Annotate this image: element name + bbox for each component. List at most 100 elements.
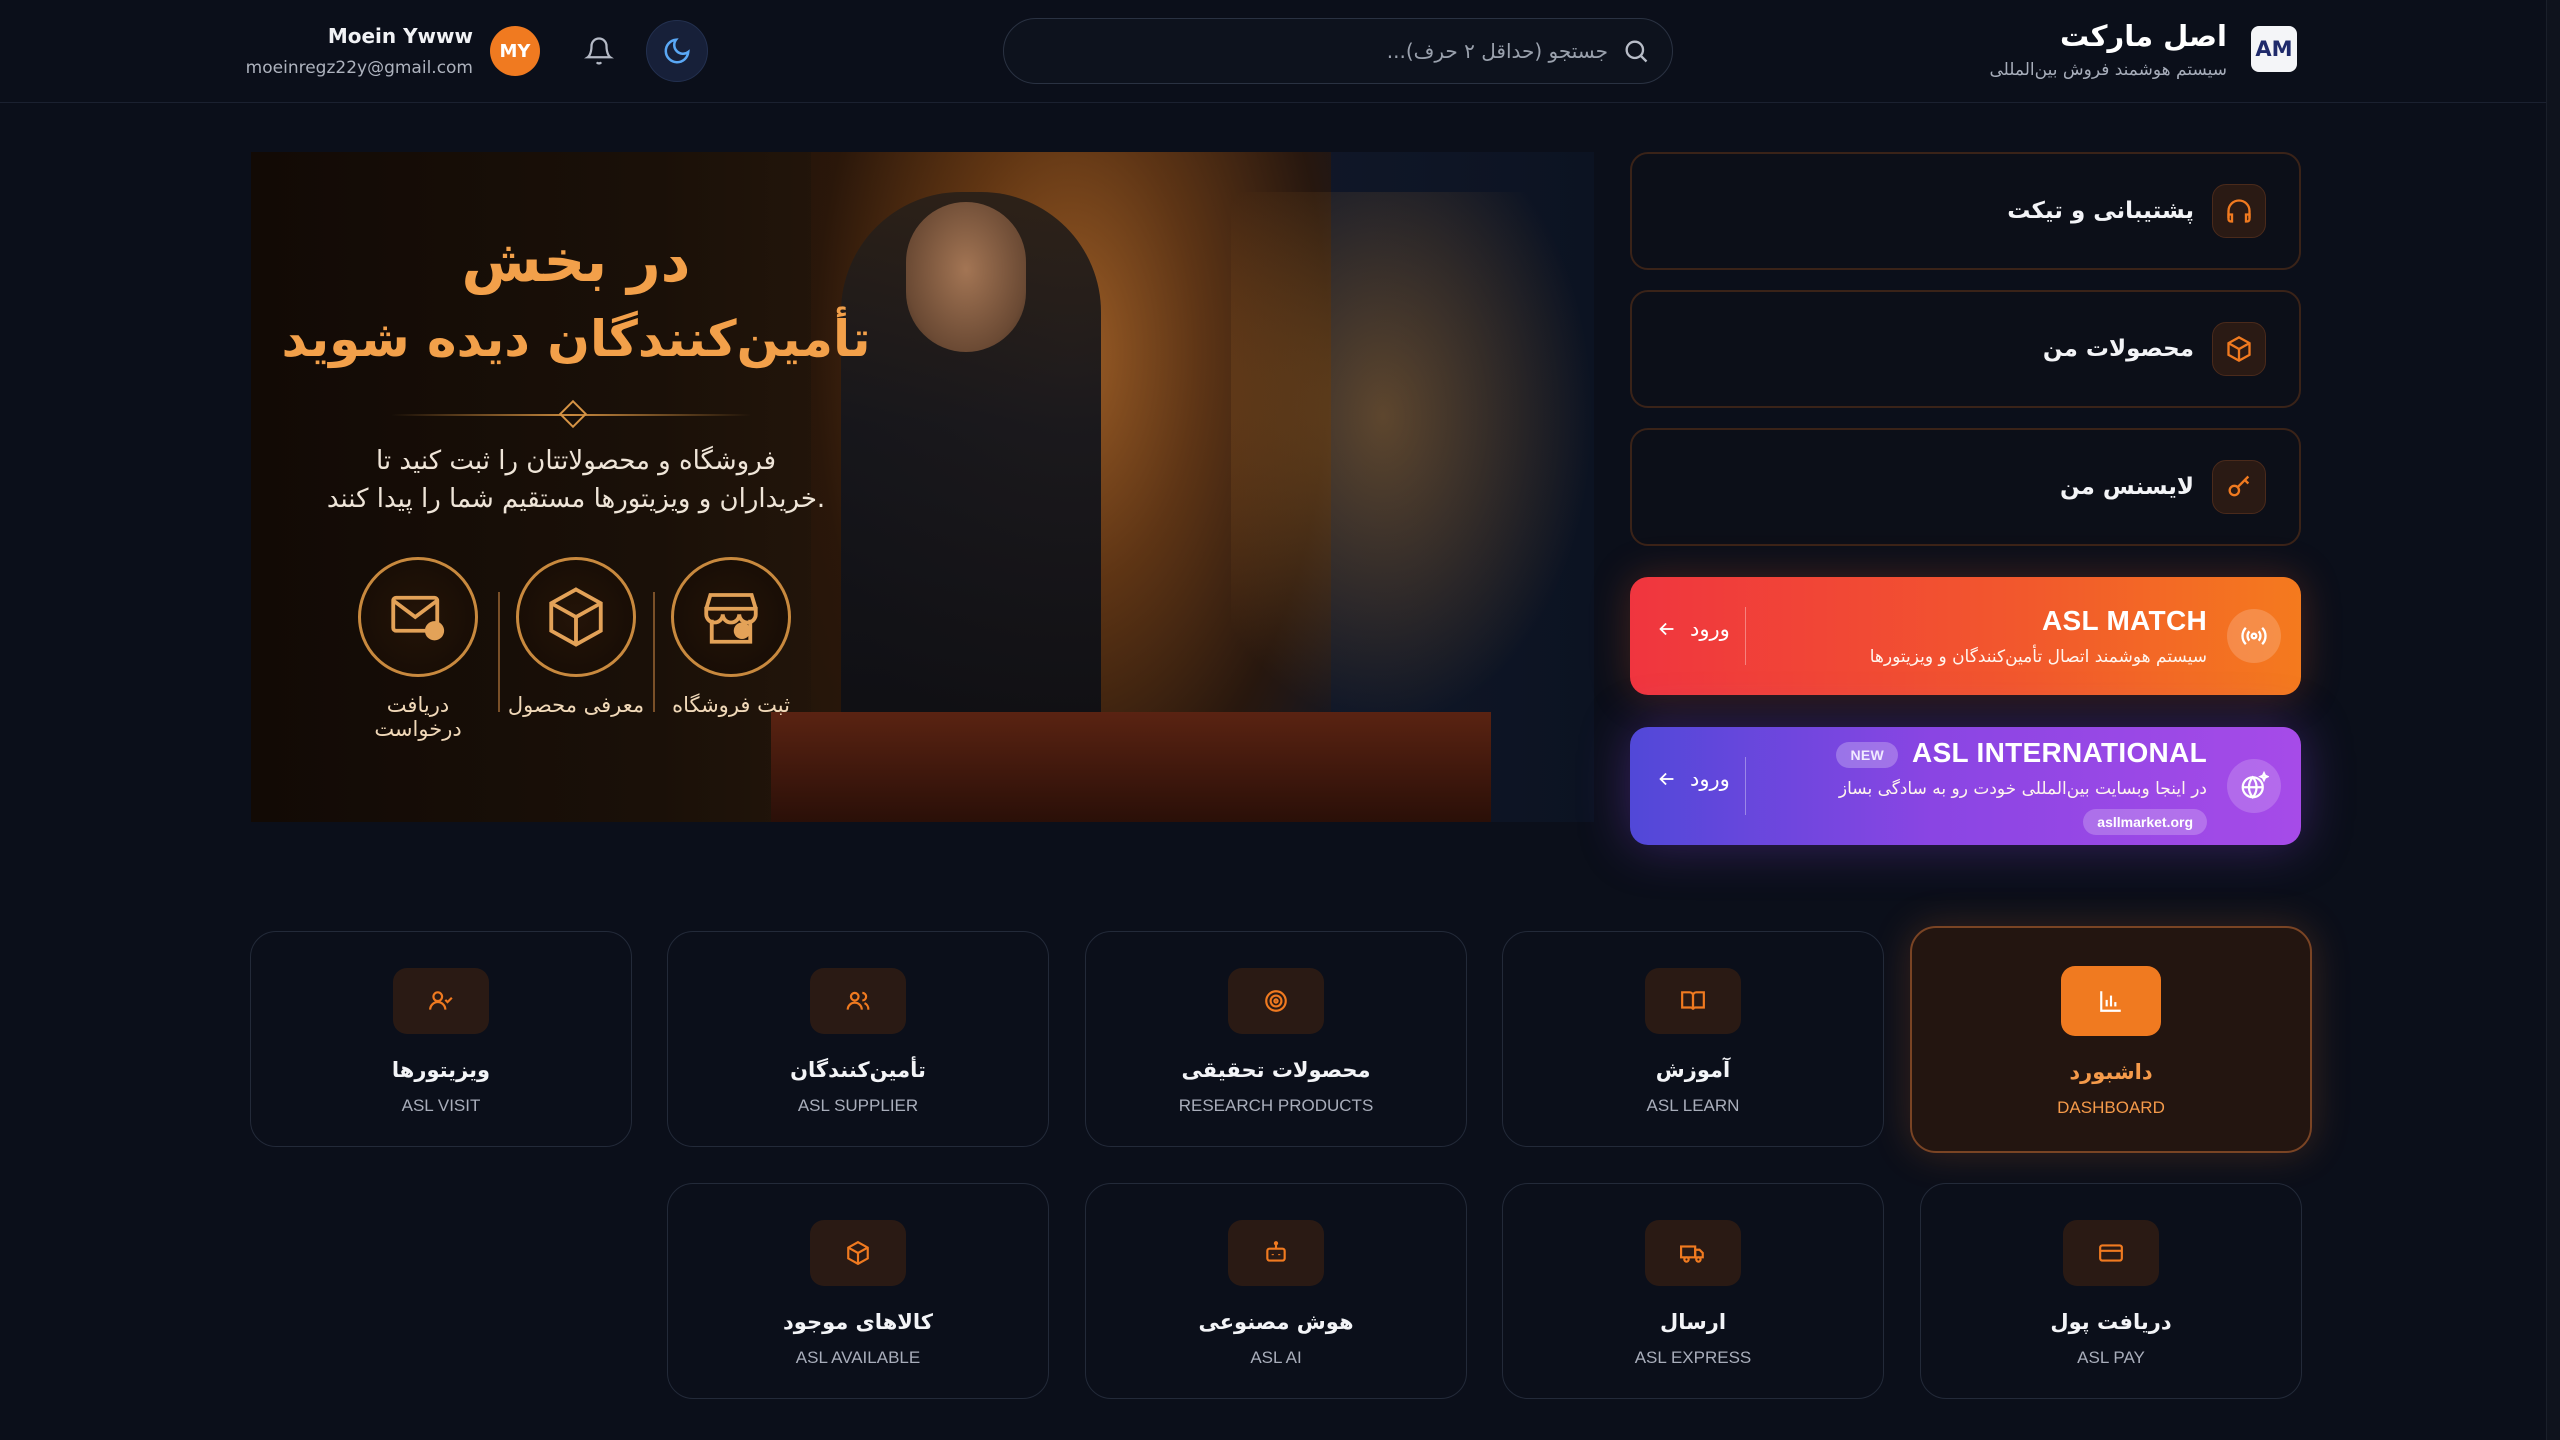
banner-title-line2: تأمین‌کنندگان دیده شوید [281,310,871,368]
tile-title: داشبورد [2069,1060,2153,1084]
box-icon [549,587,603,647]
menu-support-ticket[interactable]: پشتیبانی و تیکت [1630,152,2301,270]
asl-match-enter-button[interactable]: ورود [1656,617,1730,641]
url-badge[interactable]: asllmarket.org [2083,809,2207,835]
tile-subtitle: RESEARCH PRODUCTS [1178,1096,1374,1115]
tile-dashboard[interactable]: داشبورد DASHBOARD [1910,926,2312,1153]
tile-title: محصولات تحقیقی [1181,1058,1371,1082]
tile-title: کالاهای موجود [783,1310,933,1334]
feature-separator [498,592,500,712]
banner-diamond-ornament [558,399,588,429]
banner-title-line1: در بخش [461,227,691,295]
tile-title: آموزش [1655,1058,1731,1082]
package-icon [2227,335,2251,363]
menu-label: لایسنس من [2059,474,2194,500]
brand-title: اصل مارکت [2059,19,2227,53]
bell-icon[interactable] [584,36,614,66]
tile-subtitle: ASL AVAILABLE [795,1348,921,1367]
mail-check-icon [391,595,445,641]
brand-text: اصل مارکت سیستم هوشمند فروش بین‌المللی [1990,18,2228,80]
tile-ai[interactable]: هوش مصنوعی ASL AI [1085,1183,1467,1399]
tile-subtitle: ASL SUPPLIER [797,1096,919,1115]
menu-label: محصولات من [2042,336,2194,362]
enter-label: ورود [1690,617,1730,641]
tile-title: ویزیتورها [391,1058,491,1082]
banner-table-decoration [771,712,1491,822]
menu-my-products[interactable]: محصولات من [1630,290,2301,408]
menu-my-license[interactable]: لایسنس من [1630,428,2301,546]
feature-label: ثبت فروشگاه [672,693,790,717]
brand[interactable]: AM اصل مارکت سیستم هوشمند فروش بین‌الملل… [1990,18,2297,80]
search-input[interactable] [1048,39,1608,63]
promo-divider [1745,757,1746,815]
enter-label: ورود [1690,767,1730,791]
feature-separator [653,592,655,712]
moon-icon [664,38,690,64]
brand-subtitle: سیستم هوشمند فروش بین‌المللی [1989,60,2228,80]
asl-match-card[interactable]: ASL MATCH سیستم هوشمند اتصال تأمین‌کنندگ… [1630,577,2301,695]
banner-feature-store: ثبت فروشگاه [656,557,806,717]
bot-icon [1266,1241,1286,1262]
box-icon [847,1240,869,1266]
tile-title: هوش مصنوعی [1198,1310,1354,1334]
store-icon [704,593,758,644]
banner-person-head [906,202,1026,352]
headphones-icon [2227,199,2251,223]
banner-description-line2: خریداران و ویزیتورها مستقیم شما را پیدا … [326,484,826,514]
promo-divider [1745,607,1746,665]
search-bar[interactable] [1003,18,1673,84]
tile-visit[interactable]: ویزیتورها ASL VISIT [250,931,632,1147]
credit-card-icon [2099,1244,2123,1262]
globe-sparkle-icon [2241,771,2269,799]
tile-learn[interactable]: آموزش ASL LEARN [1502,931,1884,1147]
user-email: moeinregz22y@gmail.com [245,58,473,78]
arrow-left-icon [1659,622,1674,636]
promo-banner[interactable]: در بخش تأمین‌کنندگان دیده شوید فروشگاه و… [251,152,1594,822]
tile-research-products[interactable]: محصولات تحقیقی RESEARCH PRODUCTS [1085,931,1467,1147]
radio-signal-icon [2241,627,2267,645]
scrollbar[interactable] [2546,0,2560,1440]
asl-international-card[interactable]: ASL INTERNATIONAL NEW در اینجا وبسایت بین… [1630,727,2301,845]
banner-feature-product: معرفی محصول [501,557,651,717]
asl-international-enter-button[interactable]: ورود [1656,767,1730,791]
feature-label: معرفی محصول [507,693,645,717]
user-name: Moein Ywww [327,24,473,48]
tile-subtitle: ASL VISIT [401,1096,481,1115]
users-icon [846,991,870,1010]
bar-chart-icon [2100,991,2121,1012]
asl-international-title: ASL INTERNATIONAL NEW [1836,737,2207,769]
tile-title: ارسال [1659,1310,1727,1334]
book-icon [1681,991,1705,1010]
tile-subtitle: ASL PAY [2077,1348,2145,1367]
search-icon [1625,40,1648,63]
key-icon [2228,475,2250,497]
tile-pay[interactable]: دریافت پول ASL PAY [1920,1183,2302,1399]
brand-logo: AM [2251,26,2297,72]
theme-toggle-button[interactable] [646,20,708,82]
asl-international-subtitle: در اینجا وبسایت بین‌المللی خودت رو به سا… [1838,779,2207,799]
feature-label: دریافت درخواست [374,693,462,741]
tile-supplier[interactable]: تأمین‌کنندگان ASL SUPPLIER [667,931,1049,1147]
user-check-icon [429,991,453,1010]
arrow-left-icon [1659,772,1674,786]
tile-available[interactable]: کالاهای موجود ASL AVAILABLE [667,1183,1049,1399]
avatar[interactable]: MY [490,26,540,76]
banner-feature-request: دریافت درخواست [343,557,493,741]
truck-icon [1680,1245,1704,1263]
tile-subtitle: ASL EXPRESS [1634,1348,1752,1367]
asl-match-subtitle: سیستم هوشمند اتصال تأمین‌کنندگان و ویزیت… [1869,647,2207,667]
user-info[interactable]: Moein Ywww moeinregz22y@gmail.com [246,24,473,78]
banner-description-line1: فروشگاه و محصولاتتان را ثبت کنید تا [375,446,777,476]
banner-map-glow [1231,192,1594,752]
target-icon [1265,990,1287,1012]
tile-subtitle: DASHBOARD [2057,1098,2165,1117]
asl-international-title-text: ASL INTERNATIONAL [1912,737,2207,768]
new-badge: NEW [1836,741,1899,768]
tile-title: تأمین‌کنندگان [790,1058,926,1082]
tile-subtitle: ASL AI [1250,1348,1302,1367]
tile-express[interactable]: ارسال ASL EXPRESS [1502,1183,1884,1399]
tile-subtitle: ASL LEARN [1646,1096,1740,1115]
tile-title: دریافت پول [2050,1310,2172,1334]
top-bar: AM اصل مارکت سیستم هوشمند فروش بین‌الملل… [0,0,2560,103]
menu-label: پشتیبانی و تیکت [2007,198,2194,224]
